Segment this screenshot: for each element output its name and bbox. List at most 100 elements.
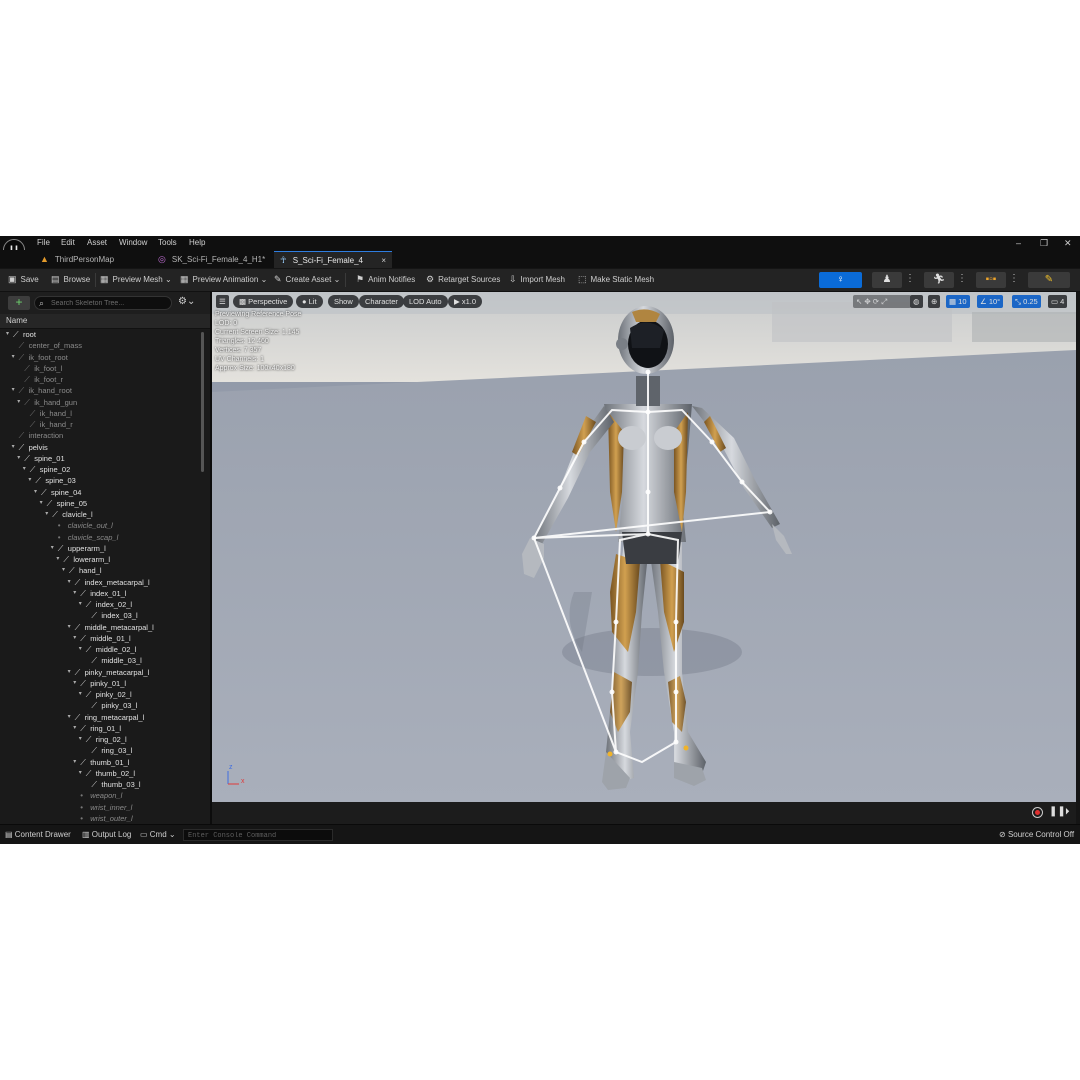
rotation-snap-toggle[interactable]: ∠ 10°	[977, 295, 1004, 308]
bone-row-upperarm-l[interactable]: ▾ ⟋ upperarm_l	[0, 543, 204, 554]
bone-row-middle-03-l[interactable]: ⟋ middle_03_l	[0, 655, 204, 666]
bone-row-ring-metacarpal-l[interactable]: ▾ ⟋ ring_metacarpal_l	[0, 712, 204, 723]
content-drawer-button[interactable]: ▤ Content Drawer	[5, 830, 71, 839]
menu-edit[interactable]: Edit	[61, 238, 75, 247]
gear-icon[interactable]: ⚙⌄	[178, 296, 195, 307]
bone-row-wrist-outer-l[interactable]: • wrist_outer_l	[0, 813, 204, 824]
expand-arrow-icon[interactable]: ▾	[45, 509, 51, 520]
expand-arrow-icon[interactable]: ▾	[73, 723, 79, 734]
bone-row-spine-02[interactable]: ▾ ⟋ spine_02	[0, 464, 204, 475]
expand-arrow-icon[interactable]: ▾	[68, 577, 74, 588]
bone-row-ik-hand-l[interactable]: ⟋ ik_hand_l	[0, 408, 204, 419]
expand-arrow-icon[interactable]: ▾	[12, 385, 18, 396]
console-command-input[interactable]	[184, 831, 328, 841]
preview-mesh-dropdown[interactable]: ▦ Preview Mesh ⌄	[100, 274, 172, 285]
menu-file[interactable]: File	[37, 238, 50, 247]
tab-third-person-map[interactable]: ▲ ThirdPersonMap	[34, 251, 152, 268]
step-forward-icon[interactable]: ⏵	[1065, 806, 1070, 817]
viewport[interactable]: ☰ ▩ Perspective ● Lit Show Character LOD…	[212, 292, 1076, 802]
expand-arrow-icon[interactable]: ▾	[6, 329, 12, 340]
expand-arrow-icon[interactable]: ▾	[79, 768, 85, 779]
bone-row-spine-03[interactable]: ▾ ⟋ spine_03	[0, 475, 204, 486]
close-window-icon[interactable]: ✕	[1064, 238, 1072, 249]
show-dropdown[interactable]: Show	[328, 295, 359, 308]
bone-row-ring-01-l[interactable]: ▾ ⟋ ring_01_l	[0, 723, 204, 734]
skeleton-search-box[interactable]: ⌕	[34, 296, 172, 310]
expand-arrow-icon[interactable]: ▾	[73, 633, 79, 644]
source-control-button[interactable]: ⊘ Source Control Off	[999, 830, 1074, 839]
playback-speed-dropdown[interactable]: ▶ x1.0	[448, 295, 483, 308]
expand-arrow-icon[interactable]: ▾	[79, 599, 85, 610]
menu-asset[interactable]: Asset	[87, 238, 107, 247]
bone-row-thumb-01-l[interactable]: ▾ ⟋ thumb_01_l	[0, 757, 204, 768]
bone-row-ik-foot-r[interactable]: ⟋ ik_foot_r	[0, 374, 204, 385]
make-static-mesh-button[interactable]: ⬚ Make Static Mesh	[578, 274, 654, 285]
expand-arrow-icon[interactable]: ▾	[68, 622, 74, 633]
save-button[interactable]: ▣ Save	[8, 274, 39, 285]
bone-row-thumb-03-l[interactable]: ⟋ thumb_03_l	[0, 779, 204, 790]
scale-snap-toggle[interactable]: ⤡ 0.25	[1012, 295, 1041, 308]
expand-arrow-icon[interactable]: ▾	[68, 667, 74, 678]
expand-arrow-icon[interactable]: ▾	[12, 442, 18, 453]
bone-row-center-of-mass[interactable]: ⟋ center_of_mass	[0, 340, 204, 351]
bone-row-wrist-inner-l[interactable]: • wrist_inner_l	[0, 802, 204, 813]
browse-button[interactable]: ▤ Browse	[51, 274, 90, 285]
expand-arrow-icon[interactable]: ▾	[56, 554, 62, 565]
anim-notifies-button[interactable]: ⚑ Anim Notifies	[356, 274, 415, 285]
lod-dropdown[interactable]: LOD Auto	[403, 295, 448, 308]
bone-row-clavicle-scap-l[interactable]: • clavicle_scap_l	[0, 532, 204, 543]
expand-arrow-icon[interactable]: ▾	[79, 689, 85, 700]
blueprint-mode-button[interactable]: ▪▫▪	[976, 272, 1006, 288]
bone-row-thumb-02-l[interactable]: ▾ ⟋ thumb_02_l	[0, 768, 204, 779]
bone-row-clavicle-l[interactable]: ▾ ⟋ clavicle_l	[0, 509, 204, 520]
grid-snap-toggle[interactable]: ▦ 10	[946, 295, 970, 308]
skeletal-mesh-mode-button[interactable]: ♟	[872, 272, 902, 288]
character-dropdown[interactable]: Character	[359, 295, 404, 308]
bone-row-ik-foot-l[interactable]: ⟋ ik_foot_l	[0, 363, 204, 374]
bone-row-pinky-metacarpal-l[interactable]: ▾ ⟋ pinky_metacarpal_l	[0, 667, 204, 678]
skeleton-mode-button[interactable]: ♀	[819, 272, 862, 288]
close-tab-icon[interactable]: ×	[381, 252, 386, 269]
more-options-icon[interactable]: ⋮	[1009, 273, 1019, 284]
record-button[interactable]	[1032, 807, 1043, 818]
expand-arrow-icon[interactable]: ▾	[28, 475, 34, 486]
lit-dropdown[interactable]: ● Lit	[296, 295, 323, 308]
more-options-icon[interactable]: ⋮	[957, 273, 967, 284]
bone-row-ik-hand-gun[interactable]: ▾ ⟋ ik_hand_gun	[0, 397, 204, 408]
minimize-icon[interactable]: –	[1016, 238, 1021, 248]
bone-row-spine-01[interactable]: ▾ ⟋ spine_01	[0, 453, 204, 464]
expand-arrow-icon[interactable]: ▾	[62, 565, 68, 576]
expand-arrow-icon[interactable]: ▾	[73, 678, 79, 689]
bone-row-middle-01-l[interactable]: ▾ ⟋ middle_01_l	[0, 633, 204, 644]
bone-row-ring-02-l[interactable]: ▾ ⟋ ring_02_l	[0, 734, 204, 745]
expand-arrow-icon[interactable]: ▾	[17, 397, 23, 408]
import-mesh-button[interactable]: ⇩ Import Mesh	[509, 274, 565, 285]
bone-row-pinky-01-l[interactable]: ▾ ⟋ pinky_01_l	[0, 678, 204, 689]
bone-row-ik-hand-r[interactable]: ⟋ ik_hand_r	[0, 419, 204, 430]
transform-tools-group[interactable]: ↖ ✥ ⟳ ⤢	[853, 295, 911, 308]
animation-mode-button[interactable]: 🏃︎	[924, 272, 954, 288]
bone-row-spine-04[interactable]: ▾ ⟋ spine_04	[0, 487, 204, 498]
tab-skeleton[interactable]: ☥ S_Sci-Fi_Female_4 ×	[274, 251, 392, 268]
bone-row-spine-05[interactable]: ▾ ⟋ spine_05	[0, 498, 204, 509]
bone-row-lowerarm-l[interactable]: ▾ ⟋ lowerarm_l	[0, 554, 204, 565]
expand-arrow-icon[interactable]: ▾	[12, 352, 18, 363]
expand-arrow-icon[interactable]: ▾	[79, 734, 85, 745]
bone-row-index-metacarpal-l[interactable]: ▾ ⟋ index_metacarpal_l	[0, 577, 204, 588]
column-header[interactable]: Name	[0, 314, 210, 329]
bone-row-root[interactable]: ▾ ⟋ root	[0, 329, 204, 340]
more-options-icon[interactable]: ⋮	[905, 273, 915, 284]
bone-row-clavicle-out-l[interactable]: • clavicle_out_l	[0, 520, 204, 531]
expand-arrow-icon[interactable]: ▾	[40, 498, 46, 509]
tab-skeletal-mesh[interactable]: ◎ SK_Sci-Fi_Female_4_H1*	[152, 251, 270, 268]
pause-icon[interactable]: ❚❚	[1049, 806, 1066, 817]
bone-row-interaction[interactable]: ⟋ interaction	[0, 430, 204, 441]
bone-row-index-01-l[interactable]: ▾ ⟋ index_01_l	[0, 588, 204, 599]
bone-row-middle-metacarpal-l[interactable]: ▾ ⟋ middle_metacarpal_l	[0, 622, 204, 633]
bone-row-weapon-l[interactable]: • weapon_l	[0, 790, 204, 801]
scrollbar[interactable]	[201, 332, 204, 472]
expand-arrow-icon[interactable]: ▾	[23, 464, 29, 475]
perspective-dropdown[interactable]: ▩ Perspective	[233, 295, 294, 308]
surface-snap-toggle[interactable]: ⊕	[928, 295, 941, 308]
output-log-button[interactable]: ▥ Output Log	[82, 830, 131, 839]
